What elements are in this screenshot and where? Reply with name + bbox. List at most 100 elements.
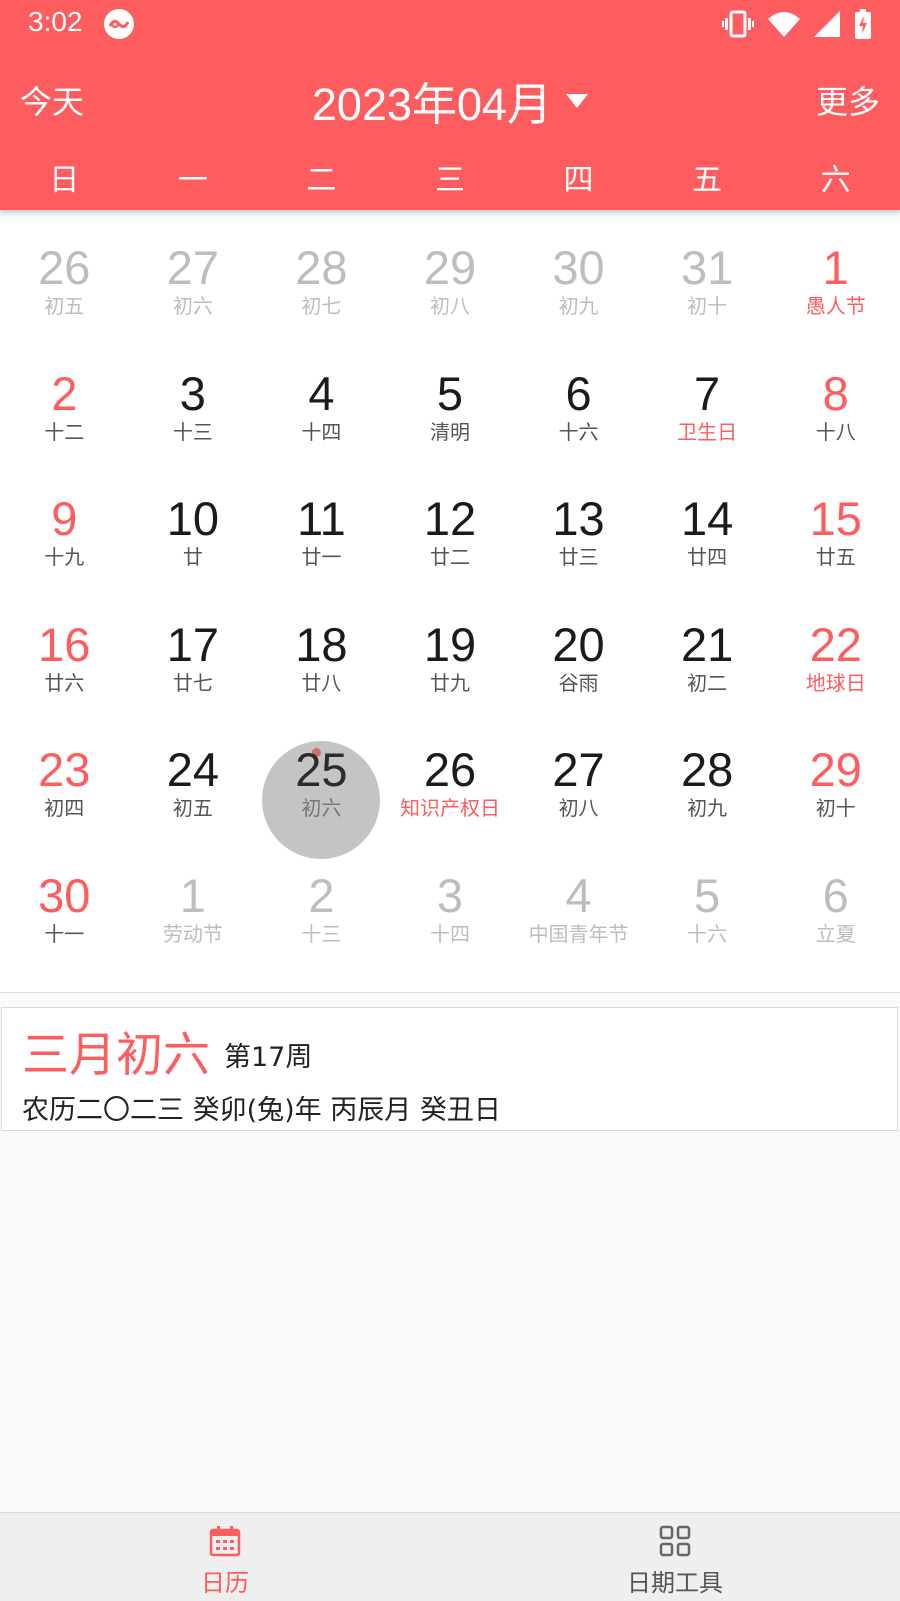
calendar-day-cell[interactable]: 22 地球日	[771, 599, 900, 727]
day-number: 4	[565, 868, 592, 922]
calendar-day-cell[interactable]: 9 十九	[0, 473, 129, 601]
calendar-day-cell[interactable]: 23 初四	[0, 724, 129, 852]
lunar-label: 廿	[182, 545, 203, 569]
lunar-label: 初四	[44, 796, 85, 820]
day-number: 6	[565, 366, 592, 420]
status-bar: 3:02	[0, 0, 900, 48]
calendar-day-cell[interactable]: 29 初十	[771, 724, 900, 852]
lunar-label: 清明	[429, 419, 470, 444]
lunar-label: 十九	[44, 545, 85, 569]
calendar-day-cell[interactable]: 25 初六	[257, 724, 386, 859]
calendar-day-cell[interactable]: 27 初八	[514, 724, 643, 852]
calendar-day-cell[interactable]: 6 十六	[514, 348, 643, 476]
nav-calendar[interactable]: 日历	[0, 1513, 450, 1601]
calendar-day-cell[interactable]: 27 初六	[129, 222, 258, 350]
calendar-day-cell[interactable]: 20 谷雨	[514, 599, 643, 727]
calendar-day-cell[interactable]: 14 廿四	[643, 473, 772, 601]
calendar-day-cell[interactable]: 30 十一	[0, 850, 129, 978]
toolbar: 今天 2023年04月 更多	[0, 68, 900, 130]
calendar-day-cell[interactable]: 10 廿	[129, 473, 258, 601]
day-number: 13	[552, 492, 605, 545]
calendar-day-cell[interactable]: 30 初九	[514, 222, 643, 350]
lunar-label: 廿六	[44, 670, 85, 695]
calendar-day-cell[interactable]: 26 知识产权日	[386, 724, 515, 852]
calendar-day-cell[interactable]: 18 廿八	[257, 599, 386, 727]
date-info-card: 三月初六 第17周 农历二〇二三 癸卯(兔)年 丙辰月 癸丑日	[1, 1007, 898, 1131]
calendar-day-cell[interactable]: 12 廿二	[386, 473, 515, 601]
day-number: 4	[308, 366, 335, 420]
month-selector[interactable]: 2023年04月	[311, 68, 589, 133]
lunar-label: 初七	[301, 294, 342, 318]
calendar-day-cell[interactable]: 4 中国青年节	[514, 850, 643, 978]
weekday-sat: 六	[820, 163, 851, 198]
calendar-day-cell[interactable]: 15 廿五	[771, 473, 900, 601]
calendar-day-cell[interactable]: 1 劳动节	[129, 850, 258, 978]
calendar-day-cell[interactable]: 1 愚人节	[771, 222, 900, 350]
day-number: 17	[166, 617, 219, 671]
lunar-label: 劳动节	[162, 921, 223, 946]
calendar-day-cell[interactable]: 19 廿九	[386, 599, 515, 727]
calendar-day-cell[interactable]: 17 廿七	[129, 599, 258, 727]
app-notification-icon	[104, 9, 134, 39]
lunar-label: 初六	[172, 294, 213, 318]
day-number: 26	[423, 743, 477, 796]
day-number: 21	[680, 617, 734, 671]
lunar-label: 十四	[429, 921, 470, 946]
more-button[interactable]: 更多	[816, 77, 880, 123]
lunar-label: 卫生日	[677, 419, 738, 444]
day-number: 26	[38, 241, 91, 294]
day-number: 5	[694, 868, 721, 922]
lunar-label: 廿九	[429, 670, 470, 695]
calendar-day-cell[interactable]: 5 清明	[386, 348, 515, 476]
day-number: 25	[295, 743, 348, 796]
day-number: 29	[423, 241, 477, 294]
calendar-day-cell[interactable]: 13 廿三	[514, 473, 643, 601]
calendar-day-cell[interactable]: 2 十三	[257, 850, 386, 978]
lunar-label: 初五	[172, 796, 213, 820]
lunar-label: 廿四	[687, 545, 728, 569]
lunar-label: 十四	[301, 419, 342, 444]
lunar-label: 十一	[44, 921, 85, 946]
nav-date-tools[interactable]: 日期工具	[450, 1513, 900, 1601]
calendar-day-cell[interactable]: 11 廿一	[257, 473, 386, 601]
lunar-date: 三月初六	[22, 1028, 210, 1083]
calendar-day-cell[interactable]: 6 立夏	[771, 850, 900, 978]
day-number: 2	[308, 868, 335, 922]
battery-charging-icon	[854, 9, 872, 39]
calendar-day-cell[interactable]: 7 卫生日	[643, 348, 772, 476]
calendar-day-cell[interactable]: 26 初五	[0, 222, 129, 350]
calendar-day-cell[interactable]: 28 初七	[257, 222, 386, 350]
lunar-label: 廿五	[815, 545, 856, 569]
day-number: 1	[822, 241, 849, 294]
calendar-day-cell[interactable]: 8 十八	[771, 348, 900, 476]
day-number: 30	[552, 241, 605, 294]
triangle-down-icon	[566, 93, 589, 108]
calendar-day-cell[interactable]: 3 十四	[386, 850, 515, 978]
calendar-day-cell[interactable]: 5 十六	[643, 850, 772, 978]
lunar-detail: 农历二〇二三 癸卯(兔)年 丙辰月 癸丑日	[22, 1095, 501, 1126]
calendar-day-cell[interactable]: 2 十二	[0, 348, 129, 476]
app-header: 3:02 今天 2023年04月 更多 日 一 二 三 四 五 六	[0, 0, 900, 210]
lunar-label: 廿八	[301, 670, 342, 695]
wifi-icon	[768, 11, 800, 37]
day-number: 28	[680, 743, 734, 796]
calendar-day-cell[interactable]: 31 初十	[643, 222, 772, 350]
calendar-day-cell[interactable]: 3 十三	[129, 348, 258, 476]
calendar-day-cell[interactable]: 28 初九	[643, 724, 772, 852]
calendar-day-cell[interactable]: 21 初二	[643, 599, 772, 727]
day-number: 6	[822, 868, 849, 922]
lunar-label: 十六	[687, 921, 728, 946]
lunar-label: 初二	[687, 670, 728, 695]
calendar-day-cell[interactable]: 24 初五	[129, 724, 258, 852]
weekday-thu: 四	[563, 163, 594, 198]
calendar-day-cell[interactable]: 4 十四	[257, 348, 386, 476]
weekday-sun: 日	[49, 163, 80, 198]
nav-calendar-label: 日历	[201, 1569, 249, 1597]
month-title: 2023年04月	[311, 79, 553, 130]
lunar-label: 十八	[815, 419, 856, 444]
calendar-day-cell[interactable]: 29 初八	[386, 222, 515, 350]
day-number: 3	[179, 366, 206, 420]
bottom-nav: 日历 日期工具	[0, 1512, 900, 1601]
lunar-label: 廿七	[172, 670, 213, 695]
calendar-day-cell[interactable]: 16 廿六	[0, 599, 129, 727]
